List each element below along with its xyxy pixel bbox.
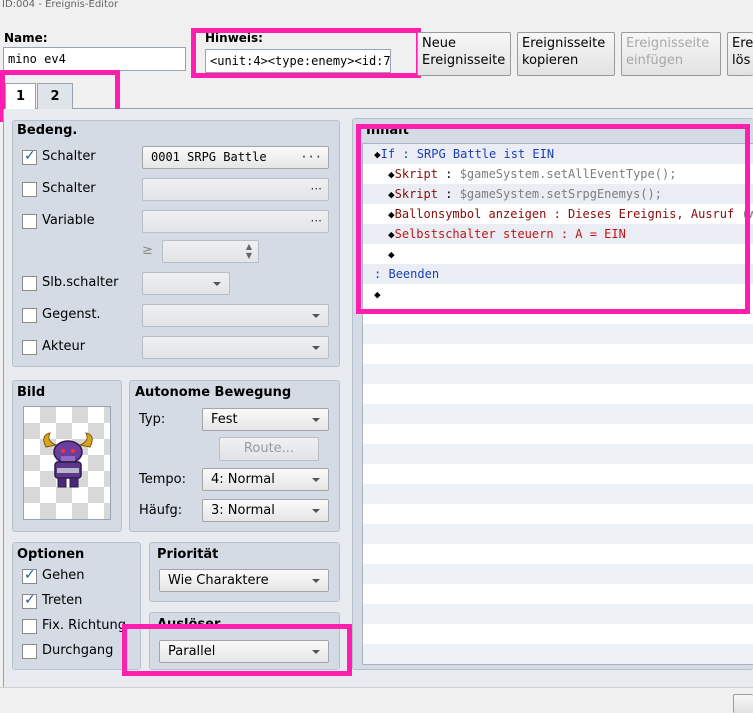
akteur-select[interactable] xyxy=(142,336,329,359)
selbstschalter-select[interactable] xyxy=(142,272,230,295)
name-label: Name: xyxy=(4,31,48,45)
variable-value-spinner[interactable]: ▲ ▼ xyxy=(162,240,259,263)
bild-title: Bild xyxy=(17,385,46,400)
ereignisseite-kopieren-button[interactable]: Ereignisseite kopieren xyxy=(517,32,615,76)
name-input[interactable]: mino ev4 xyxy=(3,47,186,71)
chevron-down-icon xyxy=(312,579,320,583)
chevron-down-icon xyxy=(312,509,320,513)
ellipsis-icon: ··· xyxy=(310,182,322,196)
selbstschalter-checkbox[interactable] xyxy=(22,276,37,291)
chevron-down-icon xyxy=(312,346,320,350)
gehen-label: Gehen xyxy=(42,568,85,583)
typ-value: Fest xyxy=(211,412,238,427)
highlight-hinweis xyxy=(191,28,421,78)
bedingungen-title: Bedeng. xyxy=(17,123,78,138)
durchgang-label: Durchgang xyxy=(42,643,114,658)
optionen-title: Optionen xyxy=(17,547,85,562)
prioritaet-select[interactable]: Wie Charaktere xyxy=(159,569,329,592)
gegenstand-checkbox[interactable] xyxy=(22,308,37,323)
button-text: Ereignisseite xyxy=(522,36,606,51)
schalter2-label: Schalter xyxy=(42,181,96,196)
command-list-empty-area xyxy=(363,304,753,664)
highlight-inhalt xyxy=(356,124,750,314)
fix-richtung-label: Fix. Richtung xyxy=(42,618,126,633)
variable-checkbox[interactable] xyxy=(22,214,37,229)
chevron-down-icon xyxy=(213,282,221,286)
akteur-checkbox[interactable] xyxy=(22,340,37,355)
tempo-value: 4: Normal xyxy=(211,472,275,487)
button-text: Ereignisseite xyxy=(422,53,506,68)
button-text: Ere xyxy=(732,36,753,51)
prioritaet-title: Priorität xyxy=(157,547,219,562)
selbstschalter-label: Slb.schalter xyxy=(42,275,119,290)
button-text: lös xyxy=(732,53,751,68)
schalter1-select[interactable]: 0001 SRPG Battle ··· xyxy=(142,146,329,169)
tempo-select[interactable]: 4: Normal xyxy=(202,468,329,491)
chevron-down-icon xyxy=(312,478,320,482)
minotaur-sprite-icon xyxy=(43,432,93,488)
dialog-button-partial[interactable] xyxy=(733,694,753,713)
schalter2-select[interactable]: ··· xyxy=(142,178,329,201)
akteur-label: Akteur xyxy=(42,339,86,354)
button-text: Neue xyxy=(422,36,456,51)
haeufigkeit-value: 3: Normal xyxy=(211,503,275,518)
window-title: ID:004 - Ereignis-Editor xyxy=(0,0,753,14)
route-button[interactable]: Route... xyxy=(219,437,319,461)
variable-label: Variable xyxy=(42,213,95,228)
schalter1-label: Schalter xyxy=(42,149,96,164)
chevron-down-icon xyxy=(312,418,320,422)
prioritaet-value: Wie Charaktere xyxy=(168,573,269,588)
durchgang-checkbox[interactable] xyxy=(22,644,37,659)
bottom-bar xyxy=(0,687,753,713)
schalter1-checkbox[interactable] xyxy=(22,148,37,165)
haeufigkeit-select[interactable]: 3: Normal xyxy=(202,499,329,522)
gegenstand-select[interactable] xyxy=(142,304,329,327)
treten-label: Treten xyxy=(42,593,83,608)
event-image-preview[interactable] xyxy=(23,406,111,520)
compare-symbol: ≥ xyxy=(142,243,153,258)
spinner-arrows-icon: ▲ ▼ xyxy=(245,242,252,260)
ereignisseite-einfuegen-button[interactable]: Ereignisseite einfügen xyxy=(621,32,721,76)
neue-ereignisseite-button[interactable]: Neue Ereignisseite xyxy=(417,32,511,76)
schalter2-checkbox[interactable] xyxy=(22,182,37,197)
ereignisseite-loeschen-button[interactable]: Ere lös xyxy=(727,32,753,76)
fix-richtung-checkbox[interactable] xyxy=(22,619,37,634)
variable-select[interactable]: ··· xyxy=(142,210,329,233)
typ-select[interactable]: Fest xyxy=(202,408,329,431)
tempo-label: Tempo: xyxy=(139,472,186,487)
ellipsis-icon: ··· xyxy=(300,150,322,164)
gehen-checkbox[interactable] xyxy=(22,567,37,584)
typ-label: Typ: xyxy=(139,412,166,427)
gegenstand-label: Gegenst. xyxy=(42,307,101,322)
treten-checkbox[interactable] xyxy=(22,592,37,609)
chevron-down-icon xyxy=(312,314,320,318)
button-text: einfügen xyxy=(626,53,684,68)
haeufigkeit-label: Häufg: xyxy=(139,503,183,518)
schalter1-value: 0001 SRPG Battle xyxy=(151,150,267,164)
button-text: Ereignisseite xyxy=(626,36,710,51)
autonom-title: Autonome Bewegung xyxy=(135,385,292,400)
highlight-ausloeser xyxy=(122,624,352,676)
button-text: kopieren xyxy=(522,53,579,68)
ellipsis-icon: ··· xyxy=(310,214,322,228)
